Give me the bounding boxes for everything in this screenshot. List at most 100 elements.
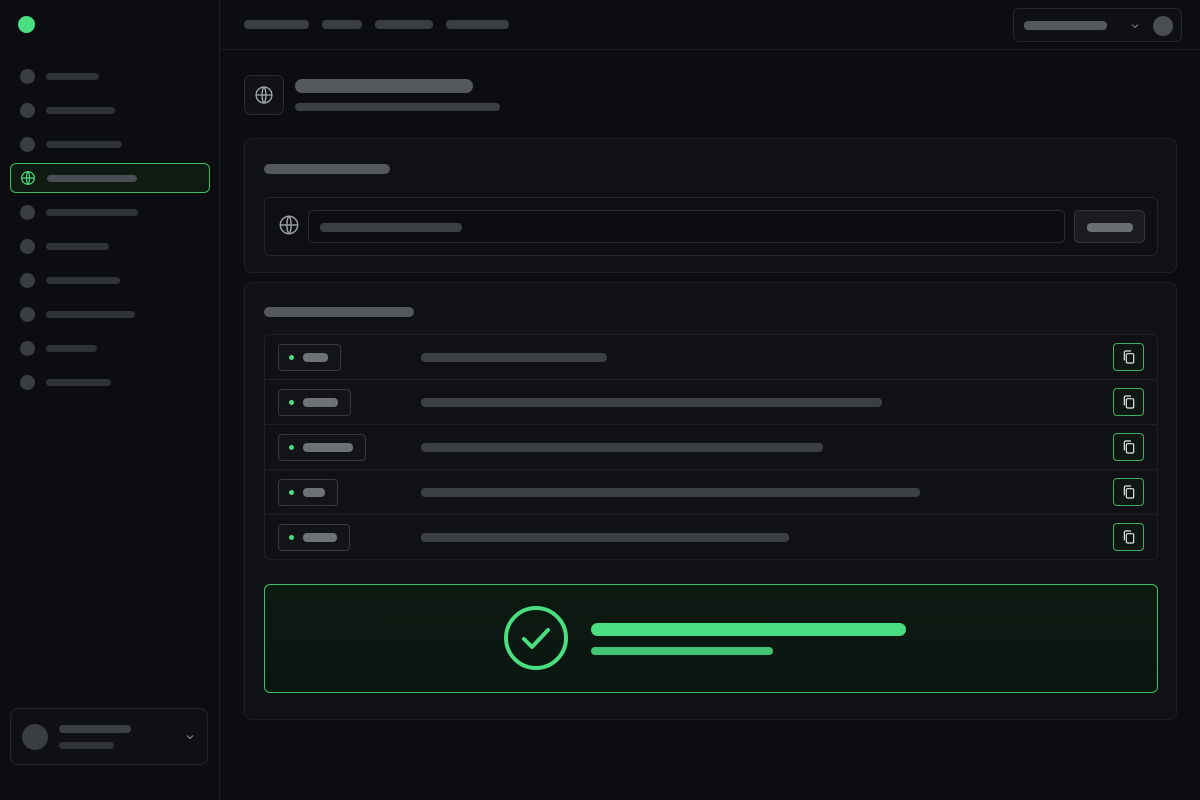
status-dot-icon xyxy=(289,400,294,405)
workspace-select[interactable] xyxy=(1013,8,1182,42)
dns-records-card xyxy=(244,282,1177,720)
record-type-label xyxy=(303,443,353,452)
sidebar-item-7[interactable] xyxy=(10,265,210,295)
add-domain-button[interactable] xyxy=(1074,210,1145,243)
record-type-label xyxy=(303,398,338,407)
circle-icon xyxy=(20,204,35,220)
card-title xyxy=(264,307,414,317)
record-value xyxy=(421,353,607,362)
sidebar-item-9[interactable] xyxy=(10,333,210,363)
copy-button[interactable] xyxy=(1113,343,1144,371)
status-dot-icon xyxy=(289,355,294,360)
breadcrumb-item[interactable] xyxy=(375,20,433,29)
record-type-badge xyxy=(278,479,338,506)
sidebar-item-6[interactable] xyxy=(10,231,210,261)
dns-records-table xyxy=(264,334,1158,560)
sidebar-item-label xyxy=(46,242,109,250)
account-switcher[interactable] xyxy=(10,708,208,765)
status-dot-icon xyxy=(289,490,294,495)
circle-icon xyxy=(20,374,35,390)
check-circle-icon xyxy=(504,606,568,670)
table-row xyxy=(265,335,1157,380)
sidebar xyxy=(0,0,220,800)
record-type-badge xyxy=(278,524,350,551)
sidebar-item-10[interactable] xyxy=(10,367,210,397)
record-type-badge xyxy=(278,344,341,371)
breadcrumb-item[interactable] xyxy=(244,20,309,29)
domain-input-row xyxy=(264,197,1158,256)
copy-button[interactable] xyxy=(1113,478,1144,506)
account-email xyxy=(59,742,114,749)
record-value xyxy=(421,398,882,407)
copy-icon xyxy=(1123,395,1134,409)
breadcrumb xyxy=(244,20,509,29)
avatar-icon xyxy=(1153,16,1173,36)
copy-icon xyxy=(1123,350,1134,364)
domain-input[interactable] xyxy=(308,210,1065,243)
sidebar-nav xyxy=(0,61,220,401)
copy-button[interactable] xyxy=(1113,388,1144,416)
sidebar-item-label xyxy=(46,378,111,386)
table-row xyxy=(265,380,1157,425)
copy-button[interactable] xyxy=(1113,523,1144,551)
avatar-icon xyxy=(22,724,48,750)
circle-icon xyxy=(20,102,35,118)
record-type-label xyxy=(303,533,337,542)
record-type-badge xyxy=(278,434,366,461)
domain-input-placeholder xyxy=(320,223,462,232)
sidebar-item-2[interactable] xyxy=(10,95,210,125)
sidebar-item-3[interactable] xyxy=(10,129,210,159)
circle-icon xyxy=(20,306,35,322)
sidebar-item-1[interactable] xyxy=(10,61,210,91)
workspace-select-value xyxy=(1024,21,1107,30)
record-type-label xyxy=(303,488,325,497)
status-dot-icon xyxy=(289,535,294,540)
record-type-badge xyxy=(278,389,351,416)
copy-icon xyxy=(1123,485,1134,499)
sidebar-item-5[interactable] xyxy=(10,197,210,227)
record-value xyxy=(421,443,823,452)
sidebar-item-label xyxy=(46,106,115,114)
status-dot-icon xyxy=(289,445,294,450)
globe-icon xyxy=(255,86,273,104)
table-row xyxy=(265,470,1157,515)
sidebar-item-label xyxy=(46,310,135,318)
sidebar-item-label xyxy=(46,344,97,352)
sidebar-item-label xyxy=(46,276,120,284)
globe-icon xyxy=(279,215,299,235)
add-domain-button-label xyxy=(1087,223,1133,232)
brand-logo-icon[interactable] xyxy=(18,16,35,33)
copy-icon xyxy=(1123,530,1134,544)
chevron-down-icon xyxy=(186,735,194,740)
table-row xyxy=(265,515,1157,559)
card-title xyxy=(264,164,390,174)
circle-icon xyxy=(20,340,35,356)
verification-success-banner xyxy=(264,584,1158,693)
breadcrumb-item[interactable] xyxy=(446,20,509,29)
sidebar-item-label xyxy=(46,140,122,148)
circle-icon xyxy=(20,238,35,254)
sidebar-item-label xyxy=(46,72,99,80)
record-value xyxy=(421,488,920,497)
record-value xyxy=(421,533,789,542)
add-domain-card xyxy=(244,138,1177,273)
page-subtitle xyxy=(295,103,500,111)
page-header-icon xyxy=(244,75,284,115)
app-window xyxy=(0,0,1200,800)
globe-icon xyxy=(21,171,35,185)
circle-icon xyxy=(20,272,35,288)
top-bar xyxy=(220,0,1200,50)
sidebar-item-label xyxy=(47,174,137,182)
circle-icon xyxy=(20,136,35,152)
breadcrumb-item[interactable] xyxy=(322,20,362,29)
success-title xyxy=(591,623,906,636)
success-message xyxy=(591,647,773,655)
copy-icon xyxy=(1123,440,1134,454)
record-type-label xyxy=(303,353,328,362)
circle-icon xyxy=(20,68,35,84)
account-name xyxy=(59,725,131,733)
sidebar-item-8[interactable] xyxy=(10,299,210,329)
sidebar-item-label xyxy=(46,208,138,216)
copy-button[interactable] xyxy=(1113,433,1144,461)
sidebar-item-domains[interactable] xyxy=(10,163,210,193)
